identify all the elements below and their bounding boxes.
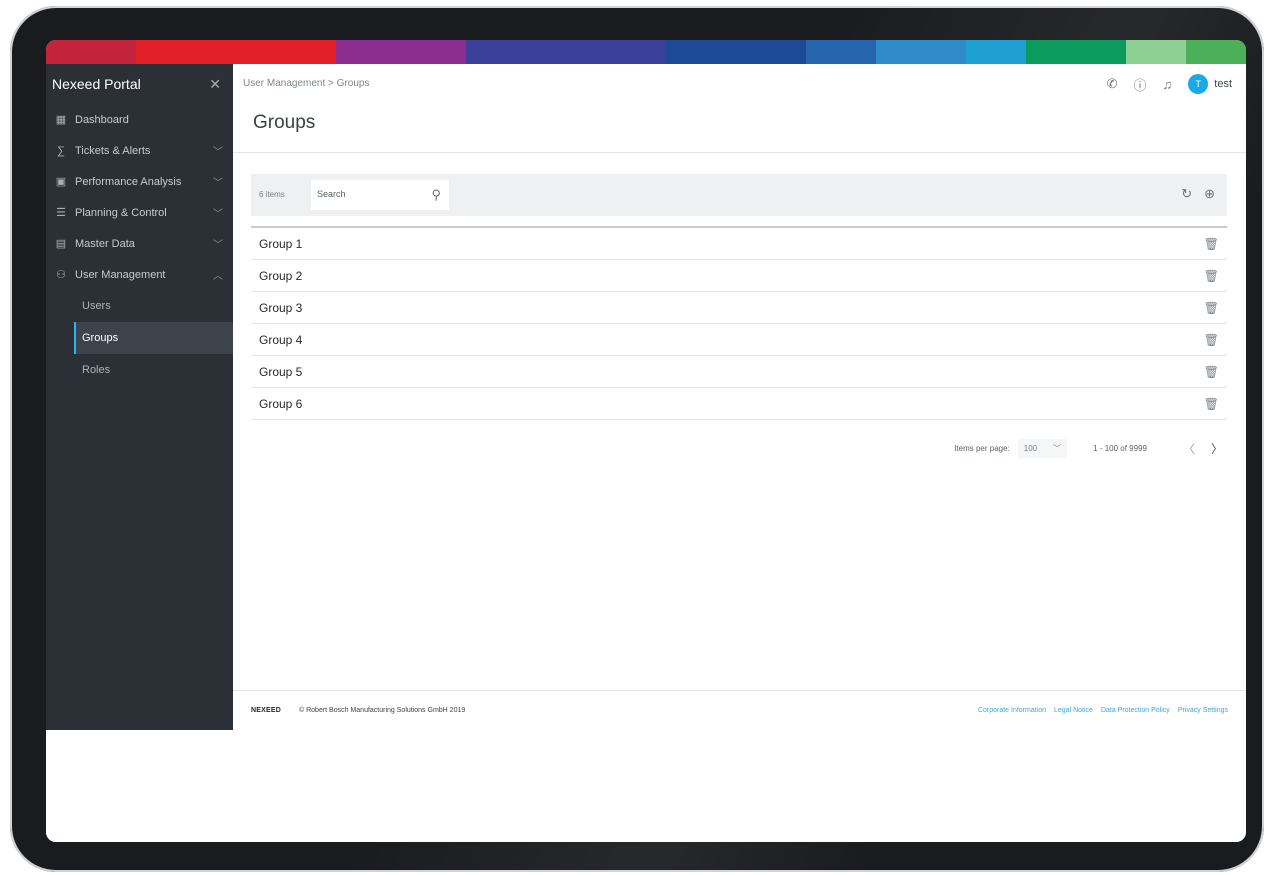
trash-icon[interactable]: 🗑 [1204,237,1219,251]
sidebar-item-user-management[interactable]: ⚇ User Management ︿ [46,259,233,290]
help-icon[interactable]: ⓘ [1134,75,1147,94]
list-item[interactable]: Group 5 🗑 [251,356,1227,388]
list-item[interactable]: Group 2 🗑 [251,260,1227,292]
list-item[interactable]: Group 4 🗑 [251,324,1227,356]
trash-icon[interactable]: 🗑 [1204,397,1219,411]
sidebar-item-label: Tickets & Alerts [75,144,151,157]
group-name: Group 2 [259,268,303,283]
footer: NEXEED © Robert Bosch Manufacturing Solu… [233,690,1246,731]
close-icon[interactable]: ✕ [209,76,221,93]
sidebar-item-label: User Management [75,268,166,281]
group-name: Group 1 [259,236,303,251]
top-bar: User Management > Groups ✆ ⓘ ♫ T test [233,64,1246,104]
breadcrumb: User Management > Groups [243,78,369,89]
avatar[interactable]: T [1188,74,1209,94]
performance-icon: ▣ [55,176,67,188]
chevron-up-icon: ︿ [213,271,223,282]
planning-icon: ☰ [56,207,66,219]
search-box: ⚲ [311,180,449,210]
next-page-icon[interactable]: 〉 [1207,440,1227,457]
refresh-icon[interactable]: ↻ [1181,186,1192,202]
sidebar-item-master-data[interactable]: ▤ Master Data ﹀ [46,228,233,259]
sidebar-subitem-groups[interactable]: Groups [74,322,233,354]
sidebar-item-performance-analysis[interactable]: ▣ Performance Analysis ﹀ [46,166,233,197]
chevron-down-icon: ﹀ [213,178,223,189]
master-data-icon: ▤ [55,238,67,250]
sidebar-item-dashboard[interactable]: ▦ Dashboard [46,104,233,135]
page-title: Groups [253,112,316,133]
app-title: Nexeed Portal [52,76,141,92]
trash-icon[interactable]: 🗑 [1204,365,1219,379]
sidebar-item-label: Dashboard [75,113,129,126]
list-item[interactable]: Group 1 🗑 [251,228,1227,260]
main-content: User Management > Groups ✆ ⓘ ♫ T test Gr… [233,64,1246,730]
chevron-down-icon: ﹀ [213,240,223,251]
search-icon[interactable]: ⚲ [431,187,441,203]
pagination: Items per page: 100 ﹀ 1 - 100 of 9999 〈 … [251,436,1227,460]
search-input[interactable] [317,189,417,199]
list-toolbar: 6 items ⚲ ↻ ⊕ [251,174,1227,216]
bell-icon[interactable]: ♫ [1163,77,1173,92]
trash-icon[interactable]: 🗑 [1204,269,1219,283]
footer-link-legal-notice[interactable]: Legal Notice [1054,707,1093,714]
chevron-down-icon: ﹀ [213,147,223,158]
item-count: 6 items [259,190,285,199]
sidebar-header: Nexeed Portal ✕ [46,64,233,104]
chevron-down-icon: ﹀ [1053,443,1062,453]
sidebar-subitem-users[interactable]: Users [46,290,233,322]
prev-page-icon[interactable]: 〈 [1179,440,1199,457]
groups-list: Group 1 🗑 Group 2 🗑 Group 3 🗑 Group 4 🗑 … [251,226,1227,420]
screen: Nexeed Portal ✕ ▦ Dashboard ∑ Tickets & … [46,40,1246,842]
breadcrumb-groups: Groups [336,78,370,89]
group-name: Group 5 [259,364,303,379]
footer-brand: NEXEED [251,707,281,714]
items-per-page-select[interactable]: 100 ﹀ [1017,438,1068,458]
trash-icon[interactable]: 🗑 [1204,301,1219,315]
items-per-page-label: Items per page: [954,443,1010,453]
dashboard-icon: ▦ [55,114,67,126]
group-name: Group 4 [259,332,303,347]
group-name: Group 3 [259,300,303,315]
toolbar-actions: ↻ ⊕ [1181,186,1215,202]
group-name: Group 6 [259,396,303,411]
sidebar-item-planning-control[interactable]: ☰ Planning & Control ﹀ [46,197,233,228]
footer-link-privacy-settings[interactable]: Privacy Settings [1178,707,1228,714]
username[interactable]: test [1214,78,1232,90]
list-item[interactable]: Group 6 🗑 [251,388,1227,420]
supergraphic-bar [46,40,1246,64]
footer-copyright: © Robert Bosch Manufacturing Solutions G… [299,707,466,714]
sidebar: Nexeed Portal ✕ ▦ Dashboard ∑ Tickets & … [46,64,233,730]
list-item[interactable]: Group 3 🗑 [251,292,1227,324]
header-actions: ✆ ⓘ ♫ T test [1107,74,1232,94]
phone-icon[interactable]: ✆ [1107,76,1118,92]
footer-links: Corporate Information Legal Notice Data … [978,707,1228,714]
blank-area [46,730,1246,842]
user-management-icon: ⚇ [56,269,66,281]
sidebar-item-label: Performance Analysis [75,175,182,188]
sidebar-item-tickets-alerts[interactable]: ∑ Tickets & Alerts ﹀ [46,135,233,166]
add-circle-icon[interactable]: ⊕ [1204,186,1215,202]
footer-link-data-protection-policy[interactable]: Data Protection Policy [1101,707,1170,714]
tickets-icon: ∑ [57,144,65,157]
page-range: 1 - 100 of 9999 [1093,443,1147,453]
breadcrumb-separator: > [328,78,334,89]
sidebar-subitem-roles[interactable]: Roles [46,354,233,386]
divider [233,152,1246,153]
sidebar-item-label: Planning & Control [75,206,167,219]
sidebar-item-label: Master Data [75,237,135,250]
trash-icon[interactable]: 🗑 [1204,333,1219,347]
breadcrumb-user-management[interactable]: User Management [243,78,325,89]
chevron-down-icon: ﹀ [213,209,223,220]
footer-link-corporate-information[interactable]: Corporate Information [978,707,1046,714]
items-per-page-value: 100 [1023,443,1038,453]
